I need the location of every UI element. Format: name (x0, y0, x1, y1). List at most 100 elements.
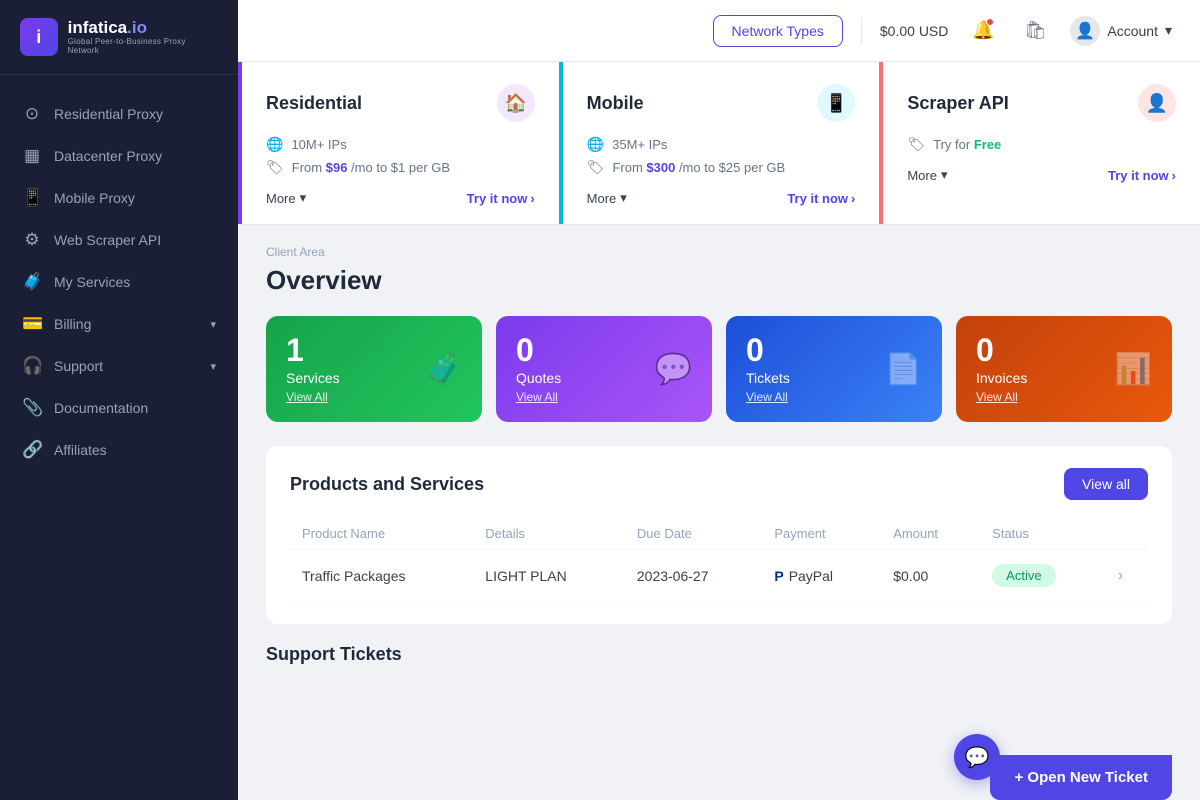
sidebar-item-datacenter[interactable]: ▦ Datacenter Proxy (0, 135, 238, 177)
services-card-icon: 🧳 (425, 352, 462, 387)
services-view-all-link[interactable]: View All (286, 390, 340, 404)
services-icon: 🧳 (22, 272, 42, 292)
products-section: Products and Services View all Product N… (266, 446, 1172, 624)
ips-stat: 🌐 35M+ IPs (587, 136, 856, 153)
services-label: Services (286, 370, 340, 386)
sidebar-item-label: Web Scraper API (54, 232, 161, 248)
network-types-button[interactable]: Network Types (713, 15, 843, 47)
account-button[interactable]: 👤 Account ▾ (1070, 16, 1172, 46)
residential-card-icon: 🏠 (497, 84, 535, 122)
mobile-card-icon: 📱 (817, 84, 855, 122)
free-stat: 🏷 Try for Free (907, 136, 1176, 153)
avatar: 👤 (1070, 16, 1100, 46)
invoices-count: 0 (976, 334, 1027, 366)
products-title: Products and Services (290, 474, 484, 495)
services-count: 1 (286, 334, 340, 366)
globe-icon: 🌐 (266, 136, 283, 153)
sidebar-item-support[interactable]: 🎧 Support ▾ (0, 345, 238, 387)
quotes-count: 0 (516, 334, 561, 366)
residential-card: Residential 🏠 🌐 10M+ IPs 🏷 From $96 /mo … (238, 62, 559, 224)
sidebar: i infatica.io Global Peer-to-Business Pr… (0, 0, 238, 800)
scraper-icon: ⚙ (22, 230, 42, 250)
sidebar-item-myservices[interactable]: 🧳 My Services (0, 261, 238, 303)
table-row[interactable]: Traffic Packages LIGHT PLAN 2023-06-27 P… (290, 550, 1148, 602)
status-cell: Active (980, 550, 1106, 602)
sidebar-item-scraper[interactable]: ⚙ Web Scraper API (0, 219, 238, 261)
support-title: Support Tickets (266, 644, 402, 665)
proxy-cards-container: Residential 🏠 🌐 10M+ IPs 🏷 From $96 /mo … (238, 62, 1200, 225)
scraper-card-icon: 👤 (1138, 84, 1176, 122)
globe-icon: 🌐 (587, 136, 604, 153)
card-footer: More ▾ Try it now › (587, 190, 856, 206)
free-label: Free (974, 137, 1001, 152)
sidebar-item-affiliates[interactable]: 🔗 Affiliates (0, 429, 238, 471)
col-product: Product Name (290, 518, 473, 550)
balance-display: $0.00 USD (880, 23, 948, 39)
due-date: 2023-06-27 (625, 550, 762, 602)
table-header: Product Name Details Due Date Payment Am… (290, 518, 1148, 550)
residential-icon: ⊙ (22, 104, 42, 124)
tickets-card-icon: 📄 (885, 352, 922, 387)
col-payment: Payment (762, 518, 881, 550)
overview-section: Client Area Overview 1 Services View All… (238, 225, 1200, 701)
invoices-stat-card: 0 Invoices View All 📊 (956, 316, 1172, 422)
try-now-button[interactable]: Try it now › (1108, 168, 1176, 183)
tag-icon: 🏷 (907, 136, 925, 153)
shopping-cart-icon[interactable]: 🛍 (1018, 14, 1052, 48)
sidebar-item-documentation[interactable]: 📎 Documentation (0, 387, 238, 429)
card-footer: More ▾ Try it now › (907, 167, 1176, 183)
mobile-icon: 📱 (22, 188, 42, 208)
support-icon: 🎧 (22, 356, 42, 376)
quotes-view-all-link[interactable]: View All (516, 390, 561, 404)
card-header: Mobile 📱 (587, 84, 856, 122)
main-area: Network Types $0.00 USD 🔔 🛍 👤 Account ▾ … (238, 0, 1200, 800)
sidebar-item-label: Billing (54, 316, 91, 332)
status-badge: Active (992, 564, 1055, 587)
view-all-button[interactable]: View all (1064, 468, 1148, 500)
account-label: Account (1107, 23, 1158, 39)
more-button[interactable]: More ▾ (907, 167, 947, 183)
chevron-down-icon: ▾ (1165, 22, 1172, 39)
tickets-view-all-link[interactable]: View All (746, 390, 790, 404)
card-header: Scraper API 👤 (907, 84, 1176, 122)
chevron-down-icon: ▾ (210, 318, 216, 331)
card-title: Residential (266, 93, 362, 114)
pricing-stat: 🏷 From $300 /mo to $25 per GB (587, 159, 856, 176)
open-ticket-button[interactable]: + Open New Ticket (990, 755, 1172, 800)
try-now-button[interactable]: Try it now › (787, 191, 855, 206)
products-table: Product Name Details Due Date Payment Am… (290, 518, 1148, 602)
col-details: Details (473, 518, 625, 550)
invoices-view-all-link[interactable]: View All (976, 390, 1027, 404)
sidebar-item-billing[interactable]: 💳 Billing ▾ (0, 303, 238, 345)
scraper-card: Scraper API 👤 🏷 Try for Free More ▾ Try … (879, 62, 1200, 224)
notification-dot (986, 18, 994, 26)
try-now-button[interactable]: Try it now › (467, 191, 535, 206)
sidebar-item-label: My Services (54, 274, 130, 290)
logo-name: infatica.io (68, 19, 218, 38)
price-highlight: $96 (326, 160, 348, 175)
payment-method: P PayPal (762, 550, 881, 602)
sidebar-item-mobile[interactable]: 📱 Mobile Proxy (0, 177, 238, 219)
chevron-right-icon[interactable]: › (1118, 567, 1123, 584)
sidebar-item-residential[interactable]: ⊙ Residential Proxy (0, 93, 238, 135)
topbar: Network Types $0.00 USD 🔔 🛍 👤 Account ▾ (238, 0, 1200, 62)
more-button[interactable]: More ▾ (587, 190, 627, 206)
amount: $0.00 (881, 550, 980, 602)
logo-domain: .io (127, 18, 147, 37)
sidebar-item-label: Documentation (54, 400, 148, 416)
more-button[interactable]: More ▾ (266, 190, 306, 206)
stats-grid: 1 Services View All 🧳 0 Quotes View All … (266, 316, 1172, 422)
tickets-stat-card: 0 Tickets View All 📄 (726, 316, 942, 422)
tickets-count: 0 (746, 334, 790, 366)
card-header: Residential 🏠 (266, 84, 535, 122)
chat-icon: 💬 (965, 745, 990, 770)
price-highlight: $300 (646, 160, 675, 175)
product-details: LIGHT PLAN (473, 550, 625, 602)
quotes-card-icon: 💬 (655, 352, 692, 387)
col-action (1106, 518, 1148, 550)
notifications-icon[interactable]: 🔔 (966, 14, 1000, 48)
logo-container[interactable]: i infatica.io Global Peer-to-Business Pr… (0, 0, 238, 75)
col-due-date: Due Date (625, 518, 762, 550)
affiliates-icon: 🔗 (22, 440, 42, 460)
row-action[interactable]: › (1106, 550, 1148, 602)
